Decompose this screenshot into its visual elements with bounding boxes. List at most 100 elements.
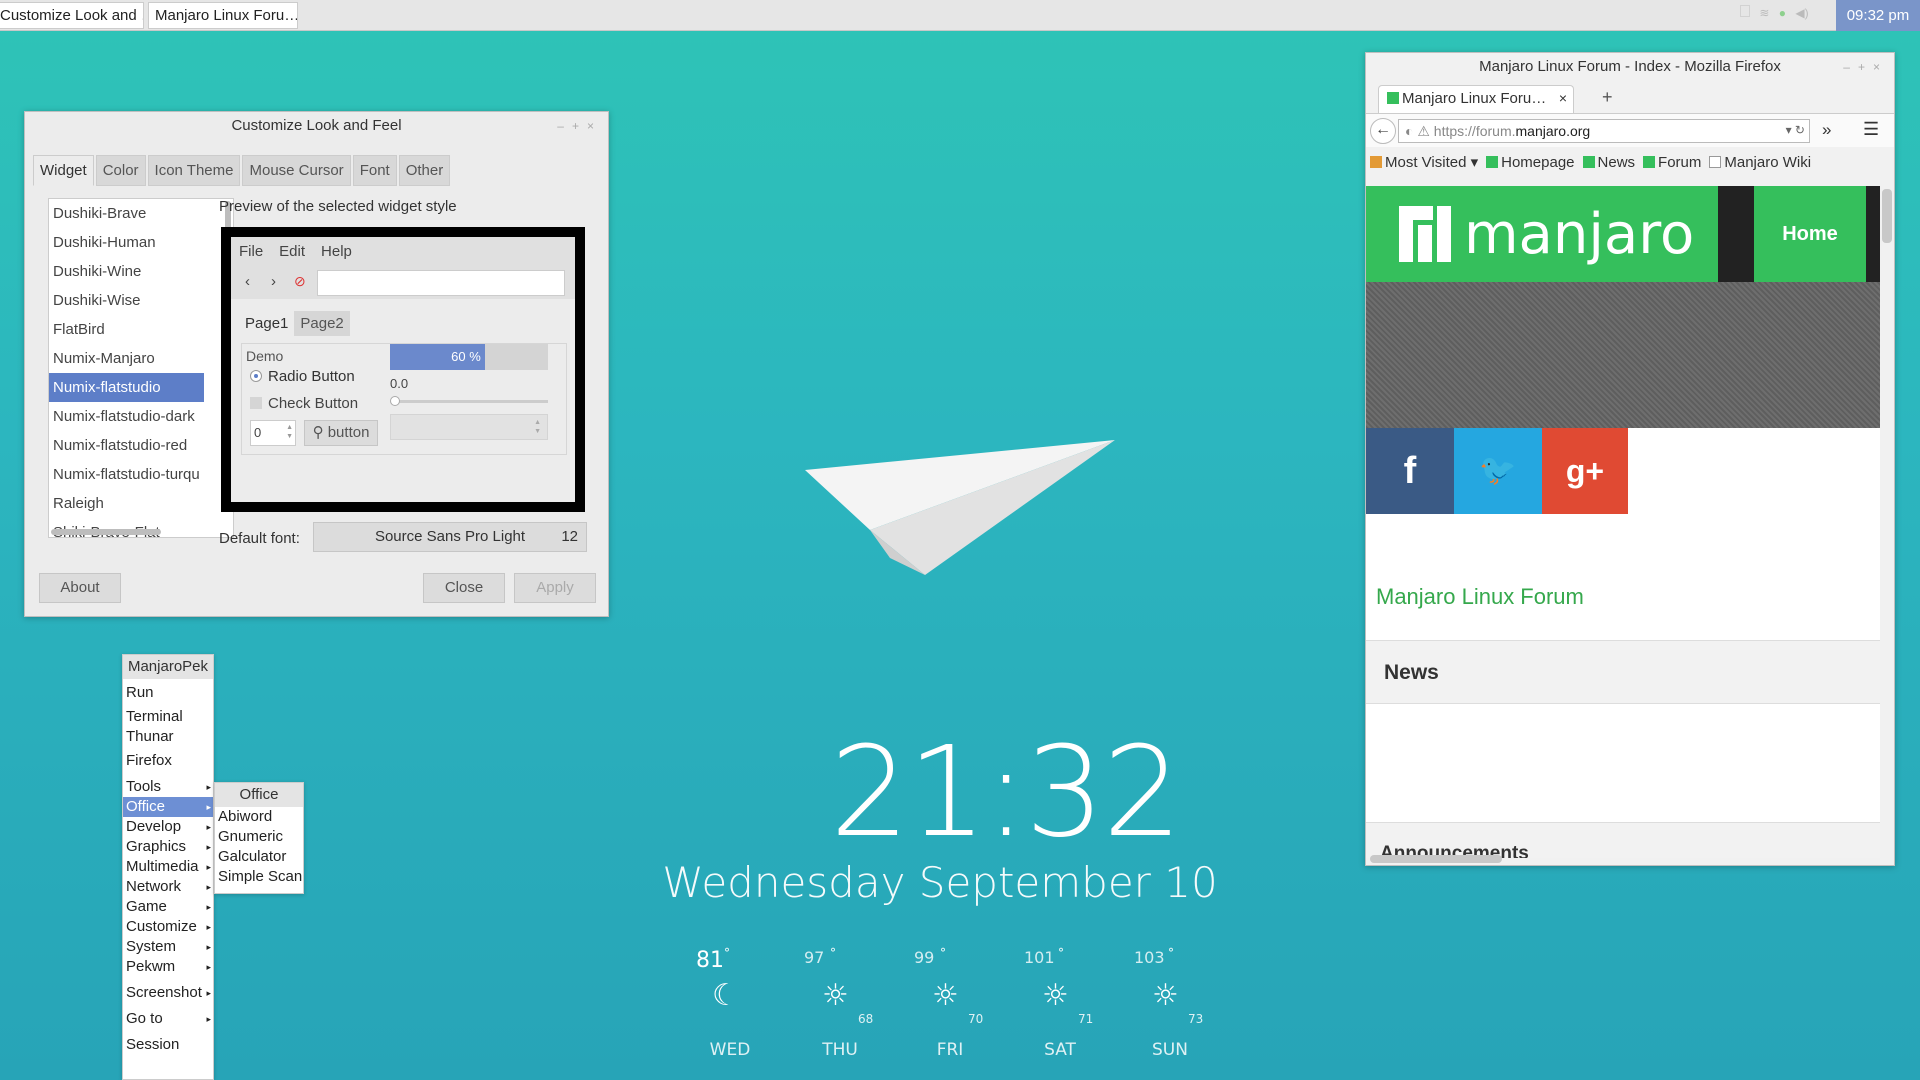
menu-item-game[interactable]: Game ▸ <box>123 897 213 917</box>
theme-list[interactable]: Dushiki-Brave Dushiki-Human Dushiki-Wine Du… <box>48 198 234 538</box>
tab-font[interactable]: Font <box>352 155 397 186</box>
back-icon[interactable]: ‹ <box>245 273 250 290</box>
menu-item-session[interactable]: Session <box>123 1035 213 1055</box>
hamburger-menu-icon[interactable]: ☰ <box>1863 119 1879 140</box>
spin-button[interactable]: 0 ▲ ▼ <box>250 420 296 446</box>
theme-list-hscrollbar[interactable] <box>51 529 161 535</box>
preview-button[interactable]: ⚲ button <box>304 420 378 446</box>
theme-item[interactable]: Numix-flatstudio-red <box>49 431 204 460</box>
menu-item-customize[interactable]: Customize ▸ <box>123 917 213 937</box>
maximize-icon[interactable]: + <box>1858 60 1873 74</box>
preview-menu-help[interactable]: Help <box>321 243 352 261</box>
close-icon[interactable]: × <box>1873 60 1888 74</box>
tab-icon-theme[interactable]: Icon Theme <box>147 155 241 186</box>
preview-entry[interactable] <box>317 270 565 296</box>
menu-item-network[interactable]: Network ▸ <box>123 877 213 897</box>
manjaro-logo[interactable]: manjaro <box>1366 186 1718 282</box>
maximize-icon[interactable]: + <box>572 119 587 133</box>
theme-item[interactable]: Numix-Manjaro <box>49 344 204 373</box>
overflow-icon[interactable]: » <box>1822 120 1831 140</box>
menu-item-graphics[interactable]: Graphics ▸ <box>123 837 213 857</box>
menu-item-terminal[interactable]: Terminal <box>123 707 213 727</box>
preview-tab-page2[interactable]: Page2 <box>294 311 350 336</box>
reload-icon[interactable]: ▾ ↻ <box>1786 123 1805 137</box>
back-icon[interactable]: ← <box>1370 118 1396 144</box>
menu-item-office[interactable]: Office ▸ <box>123 797 213 817</box>
task-customize[interactable]: Customize Look and … <box>0 2 144 29</box>
stop-icon[interactable]: ⊘ <box>294 273 306 290</box>
tab-close-icon[interactable]: × <box>1559 90 1567 106</box>
preview-menu-edit[interactable]: Edit <box>279 243 305 261</box>
menu-item-screenshot[interactable]: Screenshot ▸ <box>123 983 213 1003</box>
minimize-icon[interactable]: – <box>557 119 572 133</box>
volume-icon[interactable]: ◀) <box>1795 6 1808 20</box>
menu-item-go-to[interactable]: Go to ▸ <box>123 1009 213 1029</box>
menu-item-firefox[interactable]: Firefox <box>123 751 213 771</box>
menu-item-develop[interactable]: Develop ▸ <box>123 817 213 837</box>
update-icon[interactable]: ● <box>1779 6 1786 20</box>
identity-icon[interactable]: ◐ ⚠ <box>1405 123 1434 139</box>
preview-tab-page1[interactable]: Page1 <box>241 311 293 336</box>
bookmark-most-visited[interactable]: Most Visited ▾ <box>1370 153 1478 171</box>
clipboard-icon[interactable] <box>1740 5 1750 17</box>
menu-item-thunar[interactable]: Thunar <box>123 727 213 747</box>
theme-item[interactable]: Numix-flatstudio-turqu <box>49 460 204 489</box>
close-button[interactable]: Close <box>423 573 505 603</box>
firefox-titlebar[interactable]: Manjaro Linux Forum - Index - Mozilla Fi… <box>1366 53 1894 83</box>
submenu-item-abiword[interactable]: Abiword <box>215 807 303 827</box>
taskbar-clock[interactable]: 09:32 pm <box>1836 0 1920 31</box>
page-vscrollbar[interactable] <box>1882 189 1892 243</box>
twitter-icon[interactable]: 🐦 <box>1454 428 1542 514</box>
scale-handle[interactable] <box>390 396 400 406</box>
page-hscrollbar[interactable] <box>1370 855 1502 863</box>
wifi-icon[interactable]: ≋ <box>1759 6 1769 20</box>
url-bar[interactable]: ◐ ⚠ https://forum.manjaro.org ▾ ↻ <box>1398 119 1810 143</box>
tab-other[interactable]: Other <box>398 155 451 186</box>
firefox-tab[interactable]: Manjaro Linux Foru… × <box>1378 85 1574 113</box>
theme-item[interactable]: Raleigh <box>49 489 204 518</box>
task-firefox[interactable]: Manjaro Linux Foru… <box>148 2 298 29</box>
about-button[interactable]: About <box>39 573 121 603</box>
menu-item-tools[interactable]: Tools ▸ <box>123 777 213 797</box>
google-plus-icon[interactable]: g+ <box>1542 428 1628 514</box>
submenu-item-gnumeric[interactable]: Gnumeric <box>215 827 303 847</box>
tab-widget[interactable]: Widget <box>33 155 94 186</box>
theme-item[interactable]: Dushiki-Human <box>49 228 204 257</box>
news-heading[interactable]: News <box>1384 661 1439 685</box>
forward-icon[interactable]: › <box>271 273 276 290</box>
bookmark-manjaro-wiki[interactable]: Manjaro Wiki <box>1709 154 1811 171</box>
radio-button[interactable]: Radio Button <box>250 368 355 385</box>
home-nav-link[interactable]: Home <box>1754 186 1866 282</box>
font-chooser-button[interactable]: Source Sans Pro Light 12 <box>313 522 587 552</box>
menu-item-run[interactable]: Run <box>123 683 213 703</box>
tab-mouse-cursor[interactable]: Mouse Cursor <box>242 155 351 186</box>
theme-item[interactable]: FlatBird <box>49 315 204 344</box>
scale-trough[interactable] <box>390 396 548 406</box>
theme-item[interactable]: Dushiki-Wine <box>49 257 204 286</box>
close-icon[interactable]: × <box>587 119 602 133</box>
theme-item[interactable]: Numix-flatstudio-dark <box>49 402 204 431</box>
preview-menu-file[interactable]: File <box>239 243 263 261</box>
bookmark-forum[interactable]: Forum <box>1643 154 1701 171</box>
theme-item[interactable]: Numix-flatstudio <box>49 373 204 402</box>
submenu-item-simple-scan[interactable]: Simple Scan <box>215 867 303 887</box>
submenu-item-galculator[interactable]: Galculator <box>215 847 303 867</box>
preview-combo[interactable]: ▲ ▼ <box>390 414 548 440</box>
theme-item[interactable]: Shiki-Brave-Flat <box>49 518 204 537</box>
bookmark-news[interactable]: News <box>1582 154 1635 171</box>
customize-titlebar[interactable]: Customize Look and Feel –+× <box>25 112 608 142</box>
menu-item-system[interactable]: System ▸ <box>123 937 213 957</box>
check-button[interactable]: Check Button <box>250 395 358 412</box>
menu-item-multimedia[interactable]: Multimedia ▸ <box>123 857 213 877</box>
theme-item[interactable]: Dushiki-Brave <box>49 199 204 228</box>
facebook-icon[interactable]: f <box>1366 428 1454 514</box>
bookmark-homepage[interactable]: Homepage <box>1486 154 1575 171</box>
theme-item[interactable]: Dushiki-Wise <box>49 286 204 315</box>
tab-color[interactable]: Color <box>95 155 146 186</box>
system-tray[interactable]: ≋ ● ◀) <box>1740 5 1840 25</box>
new-tab-icon[interactable]: + <box>1602 87 1613 108</box>
apply-button[interactable]: Apply <box>514 573 596 603</box>
menu-item-pekwm[interactable]: Pekwm ▸ <box>123 957 213 977</box>
forum-title[interactable]: Manjaro Linux Forum <box>1376 584 1584 610</box>
spin-arrows-icon[interactable]: ▲ ▼ <box>286 423 293 441</box>
